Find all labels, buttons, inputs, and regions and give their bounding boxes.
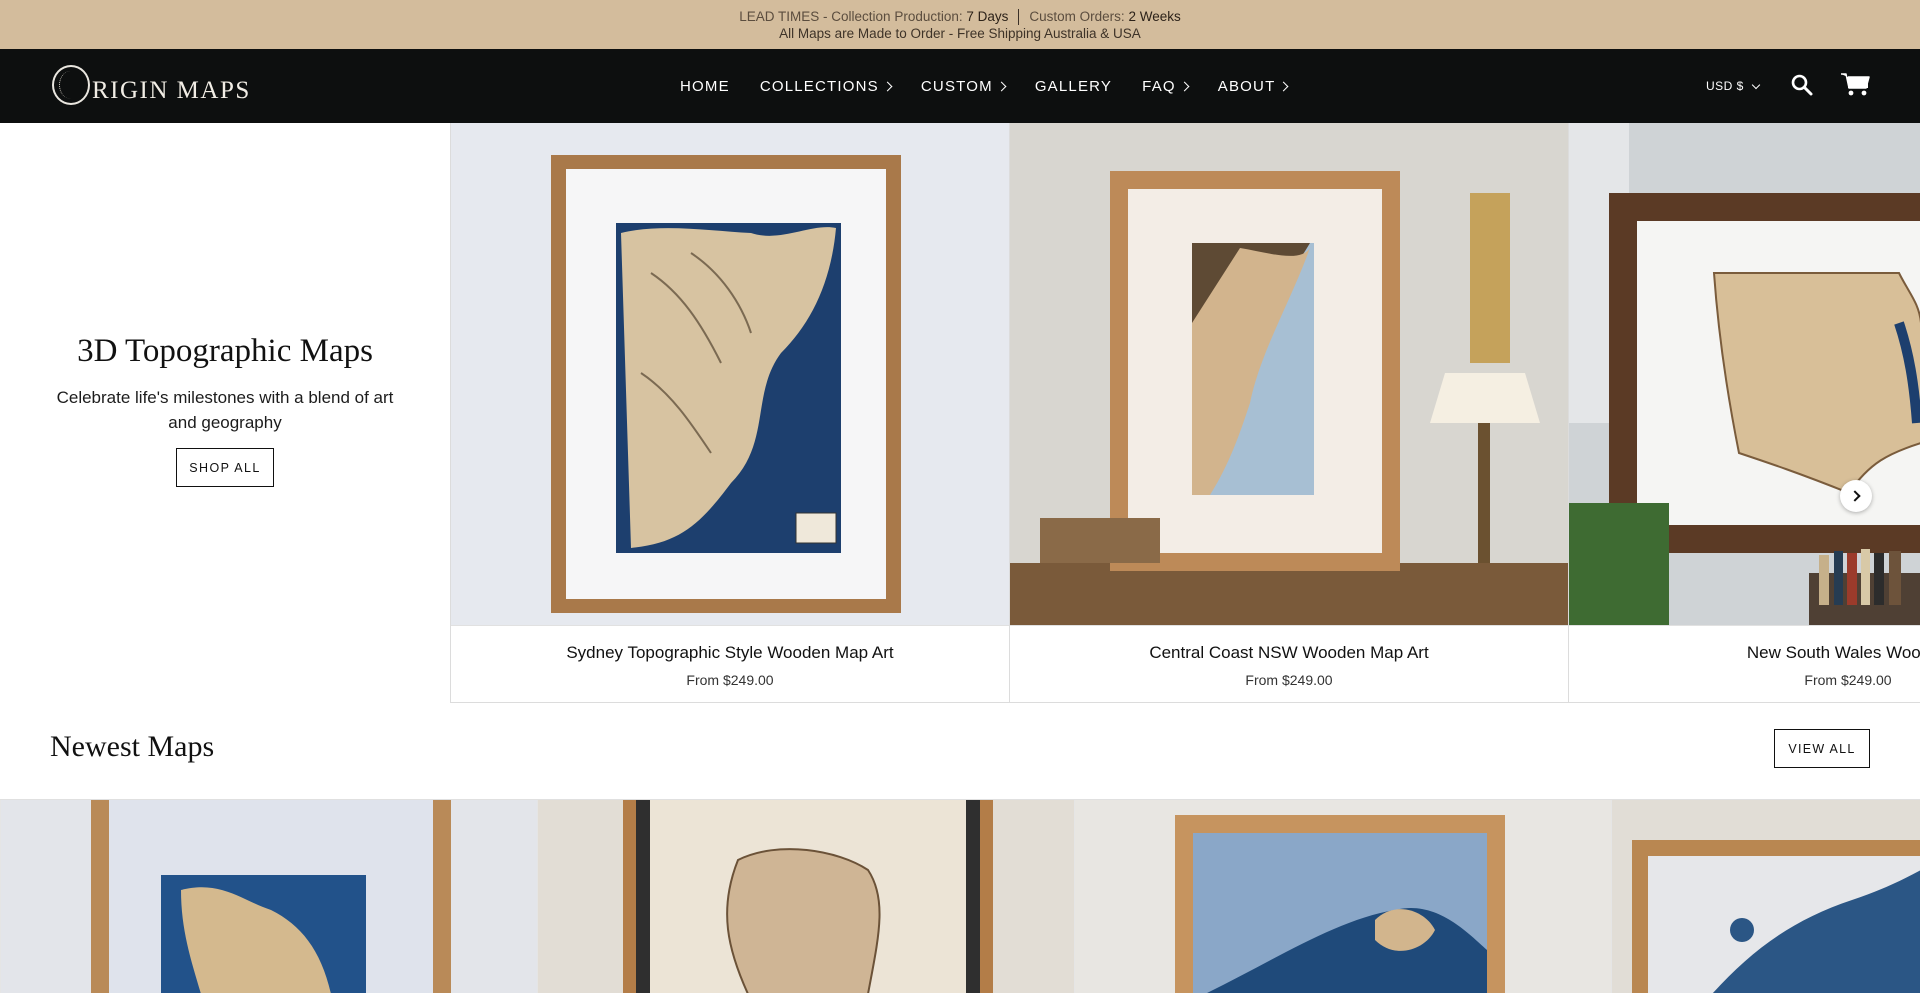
product-title[interactable]: New South Wales Wooden (1569, 643, 1920, 663)
announcement-divider (1018, 8, 1020, 25)
view-all-button[interactable]: VIEW ALL (1774, 729, 1870, 768)
product-carousel: Sydney Topographic Style Wooden Map Art … (450, 123, 1920, 703)
nav-label: CUSTOM (920, 77, 993, 95)
nav-custom[interactable]: CUSTOM (920, 77, 1007, 95)
hero-text-panel: 3D Topographic Maps Celebrate life's mil… (0, 123, 450, 703)
product-caption: Sydney Topographic Style Wooden Map Art … (451, 625, 1009, 702)
logo-text: RIGIN MAPS (92, 77, 251, 104)
carousel-next-button[interactable] (1840, 480, 1872, 512)
newest-maps-grid (0, 799, 1920, 993)
search-icon[interactable] (1790, 73, 1814, 97)
cart-icon[interactable] (1840, 71, 1870, 97)
product-image[interactable] (1569, 123, 1920, 625)
currency-label: USD $ (1706, 79, 1744, 93)
currency-selector[interactable]: USD $ (1706, 79, 1761, 93)
hero-section: 3D Topographic Maps Celebrate life's mil… (0, 123, 1920, 703)
shipping-text: All Maps are Made to Order - Free Shippi… (779, 26, 1141, 41)
product-card[interactable]: New South Wales Wooden From $249.00 (1568, 123, 1920, 703)
nav-label: HOME (680, 77, 730, 95)
product-tile[interactable] (1074, 800, 1611, 993)
newest-maps-title: Newest Maps (50, 730, 215, 763)
product-caption: Central Coast NSW Wooden Map Art From $2… (1010, 625, 1568, 702)
nav-collections[interactable]: COLLECTIONS (759, 77, 893, 95)
logo-ring-icon (52, 65, 90, 105)
chevron-right-icon (882, 81, 893, 92)
nav-faq[interactable]: FAQ (1142, 77, 1190, 95)
nav-label: GALLERY (1034, 77, 1113, 95)
product-card[interactable]: Central Coast NSW Wooden Map Art From $2… (1009, 123, 1568, 703)
product-tile[interactable] (1611, 800, 1920, 993)
nav-label: ABOUT (1217, 77, 1276, 95)
site-header: RIGIN MAPS HOME COLLECTIONS CUSTOM GALLE… (0, 49, 1920, 123)
product-image[interactable] (1010, 123, 1568, 625)
chevron-right-icon (996, 81, 1007, 92)
product-tile[interactable] (537, 800, 1074, 993)
chevron-right-icon (1279, 81, 1289, 92)
main-nav: HOME COLLECTIONS CUSTOM GALLERY FAQ ABOU… (680, 49, 1317, 123)
product-caption: New South Wales Wooden From $249.00 (1569, 625, 1920, 702)
product-price: From $249.00 (1804, 672, 1892, 688)
shop-all-button[interactable]: SHOP ALL (176, 448, 274, 487)
nav-home[interactable]: HOME (680, 78, 730, 95)
announcement-bar: LEAD TIMES - Collection Production: 7 Da… (0, 0, 1920, 49)
nav-about[interactable]: ABOUT (1217, 77, 1289, 95)
hero-subtitle: Celebrate life's milestones with a blend… (56, 388, 394, 432)
product-title[interactable]: Sydney Topographic Style Wooden Map Art (451, 643, 1009, 663)
product-tile[interactable] (0, 800, 537, 993)
lead-times-text: LEAD TIMES - Collection Production: 7 Da… (739, 9, 1009, 24)
custom-orders-text: Custom Orders: 2 Weeks (1029, 9, 1181, 24)
product-price: From $249.00 (686, 672, 774, 688)
nav-gallery[interactable]: GALLERY (1035, 78, 1112, 95)
hero-title: 3D Topographic Maps (77, 333, 373, 369)
chevron-down-icon (1751, 80, 1761, 89)
nav-label: COLLECTIONS (759, 77, 879, 95)
logo[interactable]: RIGIN MAPS (52, 65, 251, 105)
product-card[interactable]: Sydney Topographic Style Wooden Map Art … (450, 123, 1009, 703)
chevron-right-icon (1179, 81, 1190, 92)
chevron-right-icon (1848, 490, 1861, 502)
product-image[interactable] (451, 123, 1009, 625)
product-title[interactable]: Central Coast NSW Wooden Map Art (1010, 643, 1568, 663)
nav-label: FAQ (1142, 77, 1176, 95)
product-price: From $249.00 (1245, 672, 1333, 688)
